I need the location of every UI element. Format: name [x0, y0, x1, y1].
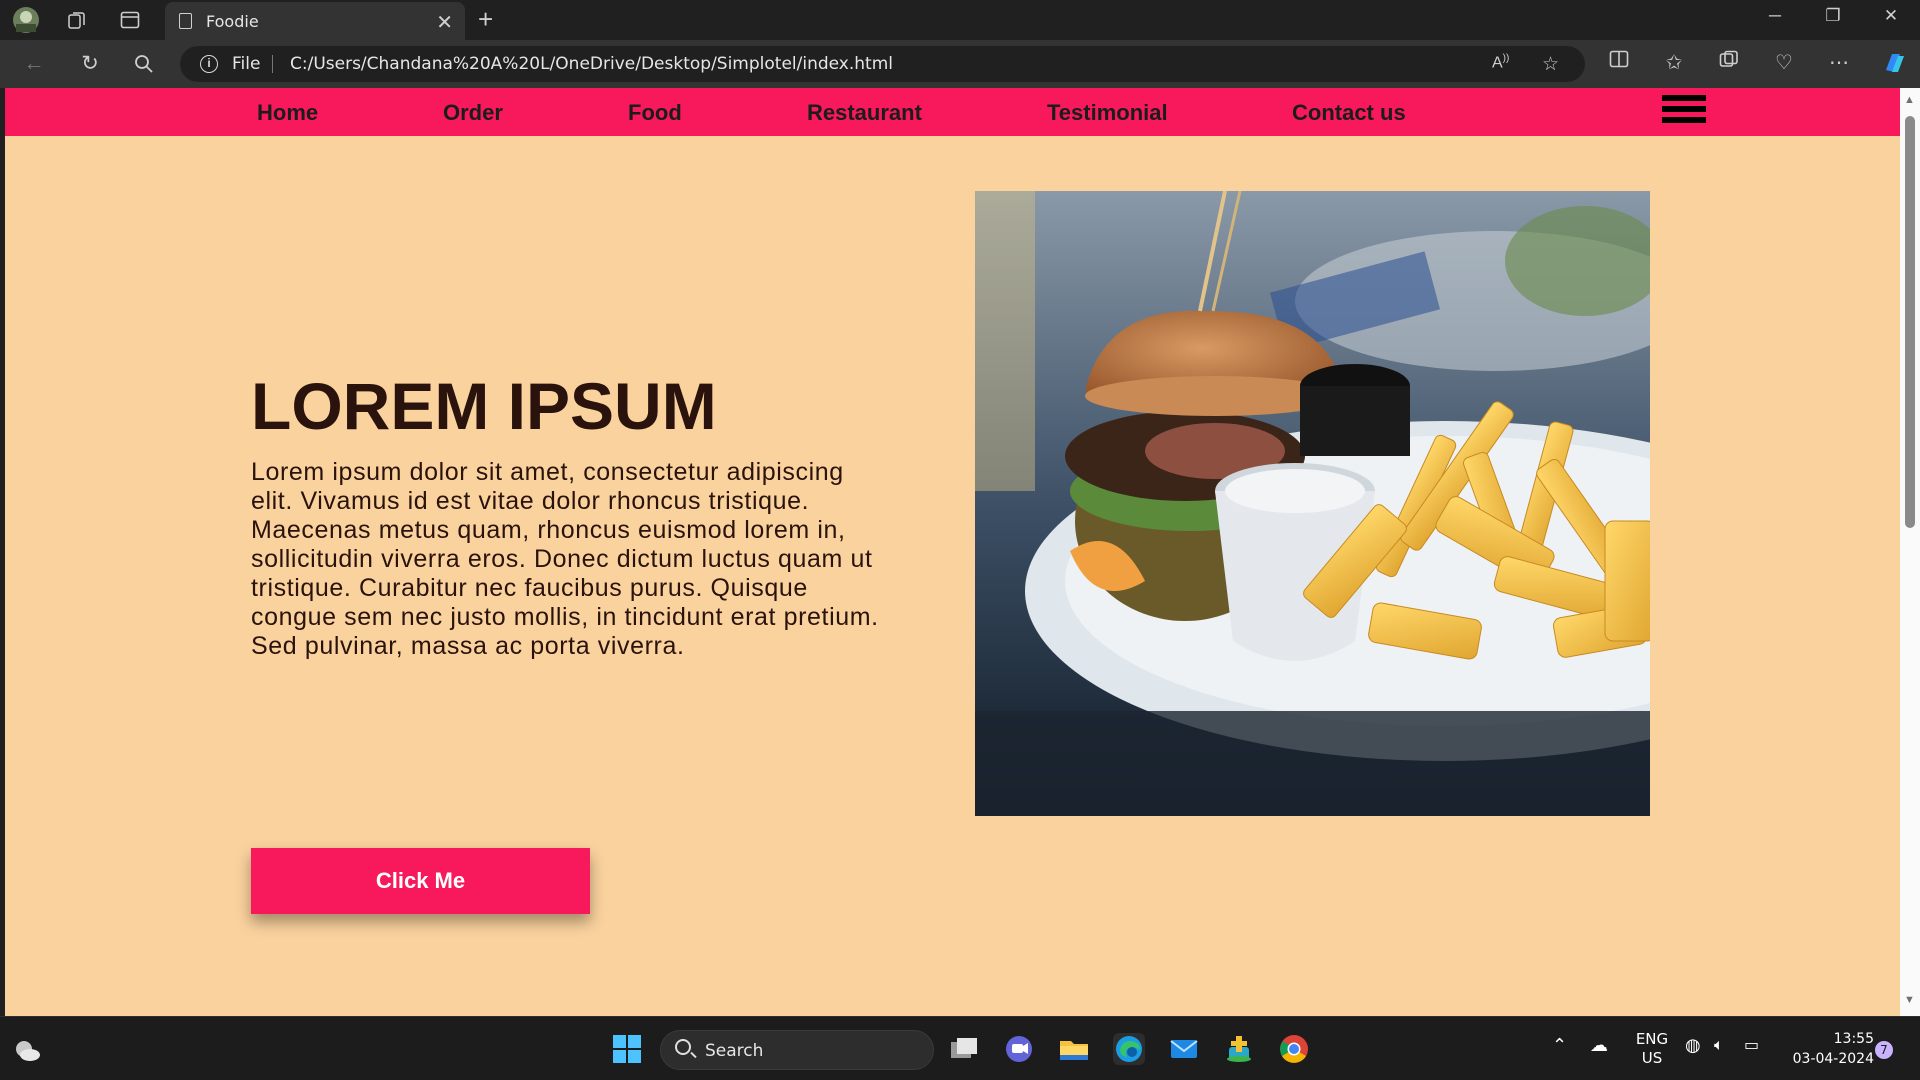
read-aloud-icon[interactable]: A)) — [1492, 53, 1509, 72]
tab-title: Foodie — [206, 11, 259, 31]
page-scrollbar[interactable]: ▲ ▼ — [1900, 88, 1920, 1016]
collections-icon[interactable] — [1715, 50, 1743, 76]
onedrive-status-icon[interactable]: ☁ — [1590, 1035, 1608, 1056]
window-close-icon[interactable]: ✕ — [1871, 6, 1911, 26]
nav-home-link[interactable]: Home — [257, 100, 318, 126]
back-arrow-icon[interactable]: ← — [20, 50, 48, 78]
windows-taskbar: Search ⌃ ☁ ENG US ◍ 🔈︎ ▭ 13:55 03-04-202… — [0, 1016, 1920, 1080]
notification-badge[interactable]: 7 — [1875, 1041, 1893, 1059]
nav-restaurant-link[interactable]: Restaurant — [807, 100, 922, 126]
vertical-tabs-icon[interactable] — [116, 6, 144, 34]
burger-and-fries-photo — [975, 191, 1650, 816]
nav-order-link[interactable]: Order — [443, 100, 503, 126]
new-tab-icon[interactable]: + — [478, 4, 493, 35]
region-code: US — [1641, 1049, 1663, 1067]
clock[interactable]: 13:55 03-04-2024 — [1778, 1029, 1874, 1069]
nav-food-link[interactable]: Food — [628, 100, 682, 126]
more-menu-icon[interactable]: ⋯ — [1825, 50, 1853, 75]
store-app-icon[interactable] — [1223, 1033, 1255, 1065]
site-navbar: Home Order Food Restaurant Testimonial C… — [5, 88, 1900, 136]
split-screen-icon[interactable] — [1605, 50, 1633, 74]
show-hidden-icons-chevron-icon[interactable]: ⌃ — [1552, 1035, 1567, 1056]
hamburger-menu-icon[interactable] — [1662, 95, 1706, 129]
address-scheme-label: File — [232, 54, 261, 74]
copilot-icon[interactable] — [1880, 50, 1908, 82]
workspaces-icon[interactable] — [63, 6, 91, 34]
network-globe-icon[interactable]: ◍ — [1685, 1035, 1701, 1056]
clock-date: 03-04-2024 — [1792, 1051, 1874, 1067]
mail-icon[interactable] — [1168, 1033, 1200, 1065]
site-info-icon[interactable]: i — [200, 55, 218, 73]
browser-toolbar: ← ↻ i File C:/Users/Chandana%20A%20L/One… — [0, 40, 1920, 88]
task-view-icon[interactable] — [948, 1033, 980, 1065]
hero-title: LOREM IPSUM — [251, 369, 717, 443]
refresh-icon[interactable]: ↻ — [76, 50, 104, 78]
favorites-icon[interactable]: ✩ — [1660, 50, 1688, 75]
address-separator — [272, 55, 273, 73]
restore-icon[interactable]: ❐ — [1813, 6, 1853, 26]
notification-count: 7 — [1880, 1043, 1888, 1057]
tab-close-icon[interactable]: ✕ — [436, 10, 453, 34]
browser-essentials-icon[interactable]: ♡ — [1770, 50, 1798, 75]
favorite-star-icon[interactable]: ☆ — [1542, 53, 1559, 76]
file-explorer-icon[interactable] — [1058, 1033, 1090, 1065]
language-indicator[interactable]: ENG US — [1632, 1030, 1672, 1068]
scroll-down-arrow-icon[interactable]: ▼ — [1904, 994, 1915, 1006]
clock-time: 13:55 — [1833, 1031, 1874, 1047]
scroll-up-arrow-icon[interactable]: ▲ — [1904, 94, 1915, 106]
search-icon[interactable] — [130, 50, 158, 78]
taskbar-search-label: Search — [705, 1041, 764, 1061]
browser-titlebar: Foodie ✕ + ─ ❐ ✕ — [0, 0, 1920, 40]
minimize-icon[interactable]: ─ — [1755, 6, 1795, 26]
hero-paragraph: Lorem ipsum dolor sit amet, consectetur … — [251, 458, 879, 660]
address-url[interactable]: C:/Users/Chandana%20A%20L/OneDrive/Deskt… — [290, 54, 893, 74]
taskbar-search-icon — [675, 1039, 691, 1055]
scrollbar-thumb[interactable] — [1905, 116, 1915, 528]
windows-start-icon[interactable] — [611, 1033, 643, 1065]
page-document-icon — [179, 13, 192, 29]
chrome-browser-icon[interactable] — [1278, 1033, 1310, 1065]
taskbar-search-box[interactable]: Search — [660, 1030, 934, 1070]
volume-icon[interactable]: 🔈︎ — [1714, 1035, 1724, 1055]
edge-browser-icon[interactable] — [1113, 1033, 1145, 1065]
profile-avatar-icon[interactable] — [12, 6, 40, 34]
address-bar[interactable]: i File C:/Users/Chandana%20A%20L/OneDriv… — [180, 46, 1585, 82]
click-me-button[interactable]: Click Me — [251, 848, 590, 914]
nav-contact-link[interactable]: Contact us — [1292, 100, 1406, 126]
nav-testimonial-link[interactable]: Testimonial — [1047, 100, 1168, 126]
browser-tab-active[interactable]: Foodie ✕ — [165, 2, 465, 40]
battery-icon[interactable]: ▭ — [1744, 1035, 1759, 1054]
language-code: ENG — [1635, 1030, 1669, 1048]
page-viewport: Home Order Food Restaurant Testimonial C… — [5, 88, 1900, 1016]
weather-widget-icon[interactable] — [12, 1035, 42, 1065]
teams-chat-icon[interactable] — [1003, 1033, 1035, 1065]
